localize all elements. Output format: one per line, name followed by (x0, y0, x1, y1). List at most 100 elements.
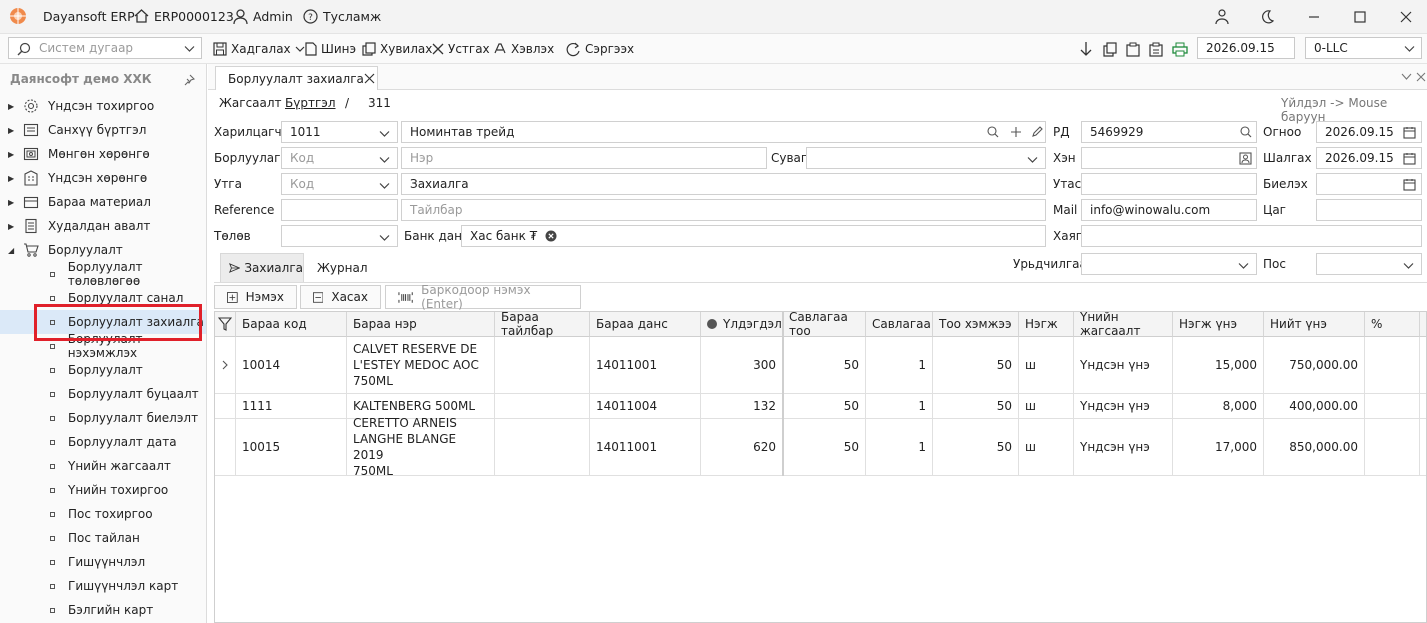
sidebar-item-1[interactable]: ▶ Үндсэн тохиргоо (0, 94, 206, 118)
sidebar-subitem-9[interactable]: Үнийн жагсаалт (0, 454, 206, 478)
expand-right-icon[interactable]: ▶ (8, 198, 18, 207)
grid-cell-12[interactable]: 850,000.00 (1264, 419, 1365, 476)
print-button[interactable]: Хэвлэх (493, 40, 554, 58)
grid-cell-6[interactable]: 50 (783, 337, 866, 394)
toolbar-date-field[interactable]: 2026.09.15 (1197, 37, 1295, 59)
user-menu[interactable]: Admin (233, 8, 293, 24)
description-field[interactable]: Тайлбар (401, 199, 1046, 221)
grid-cell-10[interactable]: Үндсэн үнэ (1074, 419, 1173, 476)
grid-cell-4[interactable]: 14011004 (590, 394, 701, 419)
expand-right-icon[interactable]: ▶ (8, 126, 18, 135)
copy-doc-button[interactable] (1103, 40, 1117, 58)
sidebar-subitem-8[interactable]: Борлуулалт дата (0, 430, 206, 454)
sidebar-subitem-2[interactable]: Борлуулалт санал (0, 286, 206, 310)
grid-cell-13[interactable] (1365, 419, 1420, 476)
sidebar-item-4[interactable]: ▶ Үндсэн хөрөнгө (0, 166, 206, 190)
help-menu[interactable]: ? Тусламж (303, 8, 381, 24)
customer-name-field[interactable]: Номинтав трейд (401, 121, 1046, 143)
calendar-icon[interactable] (1403, 152, 1416, 165)
calendar-icon[interactable] (1403, 126, 1416, 139)
minimize-button[interactable] (1302, 6, 1326, 28)
grid-cell-10[interactable]: Үндсэн үнэ (1074, 337, 1173, 394)
sidebar-subitem-10[interactable]: Үнийн тохиргоо (0, 478, 206, 502)
sidebar-subitem-1[interactable]: Борлуулалт төлөвлөгөө (0, 260, 206, 288)
close-icon[interactable] (1416, 72, 1426, 82)
grid-cell-9[interactable]: ш (1019, 337, 1074, 394)
grid-cell-13[interactable] (1365, 394, 1420, 419)
add-row-button[interactable]: Нэмэх (214, 285, 297, 309)
close-window-button[interactable] (1394, 6, 1418, 28)
mail-field[interactable]: info@winowalu.com (1081, 199, 1257, 221)
grid-cell-7[interactable]: 1 (866, 394, 933, 419)
sidebar-item-3[interactable]: ▶ Мөнгөн хөрөнгө (0, 142, 206, 166)
sidebar-subitem-5[interactable]: Борлуулалт (0, 358, 206, 382)
grid-cell-1[interactable]: 10014 (236, 337, 347, 394)
pos-select[interactable] (1316, 253, 1422, 275)
grid-cell-10[interactable]: Үндсэн үнэ (1074, 394, 1173, 419)
sidebar-item-6[interactable]: ▶ Худалдан авалт (0, 214, 206, 238)
sidebar-subitem-7[interactable]: Борлуулалт биелэлт (0, 406, 206, 430)
contact-field[interactable] (1081, 147, 1257, 169)
column-filter-button[interactable] (215, 312, 236, 337)
company-select[interactable]: 0-LLC (1305, 37, 1422, 59)
edit-icon[interactable] (1031, 126, 1043, 138)
grid-cell-2[interactable]: CERETTO ARNEIS LANGHE BLANGE 2019 750ML (347, 416, 495, 478)
sidebar-item-2[interactable]: ▶ Санхүү бүртгэл (0, 118, 206, 142)
barcode-input[interactable]: Баркодоор нэмэх (Enter) (385, 283, 581, 311)
contact-card-icon[interactable] (1239, 152, 1252, 165)
remove-chip-icon[interactable] (545, 230, 557, 242)
bank-account-field[interactable]: Хас банк ₮ (461, 225, 1046, 247)
crumb-list[interactable]: Жагсаалт (219, 96, 282, 110)
tab-sales-order[interactable]: Борлуулалт захиалга (215, 66, 378, 90)
column-header-3[interactable]: Бараа тайлбар (495, 312, 590, 338)
column-header-12[interactable]: Нийт үнэ (1264, 312, 1365, 337)
customer-code-field[interactable]: 1011 (281, 121, 398, 143)
channel-select[interactable] (806, 147, 1046, 169)
plus-icon[interactable] (1010, 126, 1022, 138)
pin-button[interactable] (183, 74, 195, 86)
grid-cell-3[interactable] (495, 394, 590, 419)
dark-mode-button[interactable] (1255, 6, 1279, 28)
paste-button[interactable] (1149, 40, 1163, 58)
column-header-8[interactable]: Тоо хэмжээ (933, 312, 1019, 337)
salesman-name-field[interactable]: Нэр (401, 147, 767, 169)
reference-field[interactable] (281, 199, 398, 221)
address-field[interactable] (1081, 225, 1422, 247)
sidebar-item-5[interactable]: ▶ Бараа материал (0, 190, 206, 214)
grid-cell-11[interactable]: 17,000 (1173, 419, 1264, 476)
grid-cell-7[interactable]: 1 (866, 419, 933, 476)
close-tab-icon[interactable] (364, 73, 375, 84)
time-field[interactable] (1316, 199, 1422, 221)
grid-cell-12[interactable]: 400,000.00 (1264, 394, 1365, 419)
grid-cell-12[interactable]: 750,000.00 (1264, 337, 1365, 394)
expand-right-icon[interactable]: ▶ (8, 102, 18, 111)
grid-cell-6[interactable]: 50 (783, 394, 866, 419)
sidebar-subitem-13[interactable]: Гишүүнчлэл (0, 550, 206, 574)
delete-button[interactable]: Устгах (432, 40, 490, 58)
system-number-search[interactable]: Систем дугаар (8, 37, 202, 59)
expand-right-icon[interactable]: ▶ (8, 222, 18, 231)
expand-right-icon[interactable]: ▶ (8, 174, 18, 183)
sidebar-item-7[interactable]: ◢ Борлуулалт (0, 238, 206, 262)
column-header-6[interactable]: Савлагаа тоо (783, 312, 866, 338)
grid-cell-4[interactable]: 14011001 (590, 419, 701, 476)
grid-cell-1[interactable]: 1111 (236, 394, 347, 419)
sidebar-subitem-15[interactable]: Бэлгийн карт (0, 598, 206, 622)
save-button[interactable]: Хадгалах (213, 40, 305, 58)
account-settings-button[interactable] (1210, 6, 1234, 28)
grid-cell-8[interactable]: 50 (933, 337, 1019, 394)
grid-cell-3[interactable] (495, 419, 590, 476)
sidebar-subitem-4[interactable]: Борлуулалт нэхэмжлэх (0, 332, 206, 360)
tab-journal[interactable]: Журнал (317, 253, 368, 282)
clipboard-button[interactable] (1126, 40, 1140, 58)
phone-field[interactable] (1081, 173, 1257, 195)
grid-cell-8[interactable]: 50 (933, 394, 1019, 419)
refresh-button[interactable]: Сэргээх (566, 40, 634, 58)
row-indicator[interactable] (215, 394, 236, 419)
grid-cell-5[interactable]: 132 (701, 394, 783, 419)
row-indicator[interactable] (215, 337, 236, 394)
grid-cell-6[interactable]: 50 (783, 419, 866, 476)
grid-cell-5[interactable]: 620 (701, 419, 783, 476)
grid-cell-11[interactable]: 15,000 (1173, 337, 1264, 394)
grid-cell-11[interactable]: 8,000 (1173, 394, 1264, 419)
